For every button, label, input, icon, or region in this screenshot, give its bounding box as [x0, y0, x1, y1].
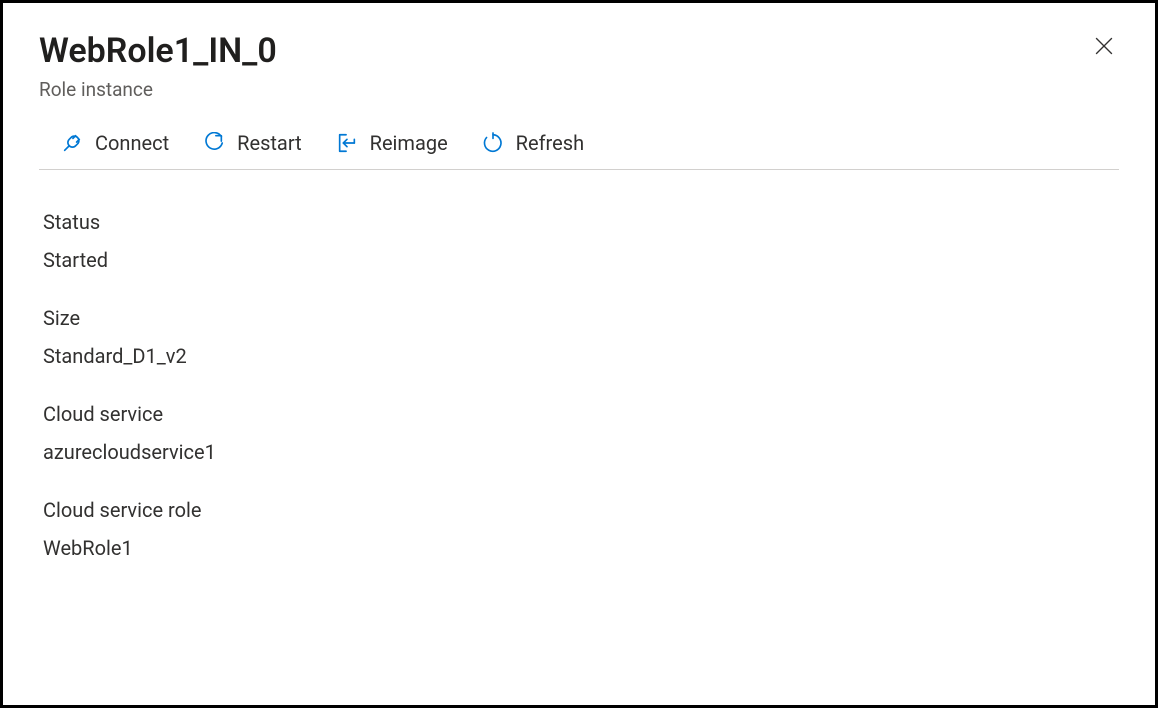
cloud-service-group: Cloud service azurecloudservice1 — [43, 402, 1119, 464]
refresh-icon — [482, 132, 504, 154]
close-button[interactable] — [1089, 31, 1119, 64]
cloud-service-label: Cloud service — [43, 402, 1119, 426]
connect-label: Connect — [95, 131, 169, 155]
blade-header: WebRole1_IN_0 Role instance — [39, 31, 1119, 101]
size-group: Size Standard_D1_v2 — [43, 306, 1119, 368]
reimage-icon — [336, 132, 358, 154]
page-title: WebRole1_IN_0 — [39, 31, 277, 72]
reimage-label: Reimage — [370, 131, 448, 155]
restart-icon — [203, 132, 225, 154]
status-group: Status Started — [43, 210, 1119, 272]
restart-button[interactable]: Restart — [203, 131, 301, 155]
status-value: Started — [43, 248, 1119, 272]
cloud-service-role-label: Cloud service role — [43, 498, 1119, 522]
refresh-button[interactable]: Refresh — [482, 131, 584, 155]
connect-icon — [61, 132, 83, 154]
command-bar: Connect Restart Reimage — [39, 131, 1119, 170]
size-value: Standard_D1_v2 — [43, 344, 1119, 368]
size-label: Size — [43, 306, 1119, 330]
cloud-service-role-value: WebRole1 — [43, 536, 1119, 560]
reimage-button[interactable]: Reimage — [336, 131, 448, 155]
refresh-label: Refresh — [516, 131, 584, 155]
restart-label: Restart — [237, 131, 301, 155]
cloud-service-role-group: Cloud service role WebRole1 — [43, 498, 1119, 560]
details-panel: Status Started Size Standard_D1_v2 Cloud… — [39, 210, 1119, 560]
page-subtitle: Role instance — [39, 78, 277, 101]
cloud-service-value: azurecloudservice1 — [43, 440, 1119, 464]
status-label: Status — [43, 210, 1119, 234]
connect-button[interactable]: Connect — [61, 131, 169, 155]
title-block: WebRole1_IN_0 Role instance — [39, 31, 277, 101]
close-icon — [1095, 37, 1113, 58]
